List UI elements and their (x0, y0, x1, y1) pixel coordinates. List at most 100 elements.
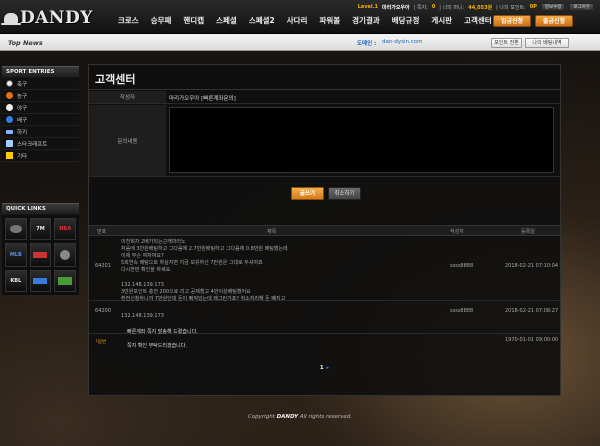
page-current[interactable]: 1 (320, 365, 323, 371)
nav-ladder[interactable]: 사다리 (281, 14, 314, 28)
author-label: 작성자 (89, 91, 166, 103)
withdraw-button[interactable]: 출금신청 (535, 15, 573, 27)
edit-info-button[interactable]: 정보수정 (540, 3, 566, 11)
message-line: 132.148.139.173 (121, 313, 164, 319)
logout-button[interactable]: 로그아웃 (569, 3, 594, 11)
footer-suffix: All rights reserved. (298, 414, 353, 420)
sport-item-soccer[interactable]: 축구 (2, 78, 79, 90)
user-level: Level.1 (357, 4, 379, 10)
quick-link-label: NBA (59, 226, 72, 232)
hat-icon (1, 13, 21, 25)
nav-support[interactable]: 고객센터 (458, 14, 498, 28)
volleyball-icon (6, 116, 13, 123)
message-line: 이제 무슨 여자여요? (121, 253, 164, 259)
nav-special[interactable]: 스페셜 (210, 14, 243, 28)
point-convert-button[interactable]: 포인트 전환 (491, 38, 522, 48)
content-textarea[interactable] (169, 107, 554, 173)
baseball-icon (6, 104, 13, 111)
row-subject[interactable]: 이천회차 2배가되는근께마러노 처음에 3만원배팅하고 그다음에 2.7만원배팅… (121, 239, 288, 274)
basketball-icon (6, 92, 13, 99)
sport-label: 축구 (17, 81, 28, 88)
message-line: 132.148.139.173 (121, 282, 164, 288)
row-no: 64201 (95, 263, 111, 269)
reply-badge: └답변 (95, 340, 106, 345)
point-value: 0P (529, 4, 537, 10)
nav-powerball[interactable]: 파워볼 (313, 14, 346, 28)
row-date: 2018-02-21 07:08:27 (505, 308, 559, 314)
sport-label: 배구 (17, 117, 28, 124)
title-divider (89, 89, 560, 90)
quick-link-livescore[interactable] (5, 218, 27, 240)
table-row-reply[interactable]: └답변 빠른계좌 쪽지 발송해 드렸습니다. 쪽지 확인 부탁드리겠습니다. 1… (89, 327, 560, 359)
footer: Copyright DANDY All rights reserved. (0, 414, 600, 420)
reply-line: 쪽지 확인 부탁드리겠습니다. (127, 343, 187, 349)
footer-brand: DANDY (276, 414, 299, 420)
footer-prefix: Copyright (247, 414, 277, 420)
sport-label: 하키 (17, 129, 28, 136)
main-nav: 크로스 승무패 핸디캡 스페셜 스페셜2 사다리 파워볼 경기결과 배당규정 게… (112, 14, 498, 28)
support-panel: 고객센터 작성자 마리가오우아 [빠른계좌문의] 문의내용 글쓰기 취소하기 번… (88, 64, 561, 396)
page-title: 고객센터 (95, 73, 136, 86)
sport-item-hockey[interactable]: 하키 (2, 126, 79, 138)
message-count[interactable]: 0 (432, 4, 435, 10)
quick-link-kbo[interactable] (29, 243, 52, 267)
sport-item-starcraft[interactable]: 스타크래프트 (2, 138, 79, 150)
quick-link-nba[interactable]: NBA (54, 218, 76, 240)
message-line: 환전신청하니까 7만원인데 돈이 빠져있는데 왜그런거죠? 취소처리해 돈 빼지… (121, 296, 286, 302)
nav-odds-rules[interactable]: 배당규정 (386, 14, 426, 28)
sport-item-baseball[interactable]: 야구 (2, 102, 79, 114)
point-label: | 나의 포인트: (496, 4, 526, 11)
logo[interactable]: DANDY (1, 6, 102, 30)
message-label: | 쪽지: (413, 4, 428, 11)
content-row: 문의내용 (89, 105, 560, 177)
news-title: Top News (8, 39, 43, 47)
quick-link-7m[interactable]: 7M (29, 218, 52, 240)
quick-link-kbl[interactable]: KBL (5, 270, 27, 292)
deposit-button[interactable]: 입금신청 (493, 15, 531, 27)
sport-item-etc[interactable]: 기타 (2, 150, 79, 162)
soccer-ball-icon (6, 80, 13, 87)
quick-link-label: 7M (36, 226, 45, 232)
my-bets-button[interactable]: 나의 배팅내역 (525, 38, 569, 48)
author-value: 마리가오우아 [빠른계좌문의] (169, 96, 236, 102)
sport-item-volleyball[interactable]: 배구 (2, 114, 79, 126)
nav-win-draw-lose[interactable]: 승무패 (145, 14, 178, 28)
top-bar: DANDY Level.1 마리가오우아 | 쪽지: 0 | 나의 머니: 44… (0, 0, 600, 34)
sport-label: 스타크래프트 (17, 141, 48, 148)
quick-link-kfa[interactable] (54, 243, 76, 267)
page-next-icon[interactable]: ▸ (326, 365, 329, 371)
news-bar: Top News 도메인 : dan-dysin.com 포인트 전환 나의 배… (0, 34, 600, 51)
nav-board[interactable]: 게시판 (425, 14, 458, 28)
starcraft-icon (6, 140, 13, 147)
message-line: 처음에 3만원배팅하고 그다음에 2.7만원배팅하고 그다음에 0.8만원 배팅… (121, 246, 288, 252)
row-subject[interactable]: 빠른계좌 쪽지 발송해 드렸습니다. 쪽지 확인 부탁드리겠습니다. (127, 329, 198, 350)
row-author: ssss8888 (450, 263, 474, 269)
row-subject[interactable]: 132.148.139.173 3만원포인트 충전 200으로 리고 공제했고 … (121, 282, 285, 320)
sport-label: 기타 (17, 153, 28, 160)
kbo-icon (33, 252, 48, 258)
volleyball-league-icon (33, 278, 48, 284)
row-date: 1970-01-01 09:00:00 (505, 337, 559, 343)
write-button[interactable]: 글쓰기 (291, 187, 324, 200)
quick-link-wkbl[interactable] (54, 270, 76, 292)
quick-link-kovo[interactable] (29, 270, 52, 292)
live-score-icon (9, 225, 22, 233)
form-buttons: 글쓰기 취소하기 (89, 187, 560, 203)
domain-value: dan-dysin.com (382, 39, 423, 45)
domain-label: 도메인 : (357, 41, 377, 47)
row-date: 2018-02-21 07:10:04 (505, 263, 559, 269)
quick-link-mlb[interactable]: MLB (5, 243, 27, 267)
col-author: 작성자 (450, 229, 464, 235)
nav-handicap[interactable]: 핸디캡 (177, 14, 210, 28)
hockey-stick-icon (6, 129, 13, 134)
row-author: ssss8888 (450, 308, 474, 314)
row-no: 64200 (95, 308, 111, 314)
nav-special2[interactable]: 스페셜2 (243, 14, 281, 28)
content-label: 문의내용 (89, 105, 166, 176)
col-no: 번호 (97, 229, 107, 235)
sport-item-basketball[interactable]: 농구 (2, 90, 79, 102)
nav-cross[interactable]: 크로스 (112, 14, 145, 28)
cancel-button[interactable]: 취소하기 (328, 187, 361, 200)
user-info: Level.1 마리가오우아 | 쪽지: 0 | 나의 머니: 44,053원 … (358, 3, 594, 11)
nav-results[interactable]: 경기결과 (346, 14, 386, 28)
